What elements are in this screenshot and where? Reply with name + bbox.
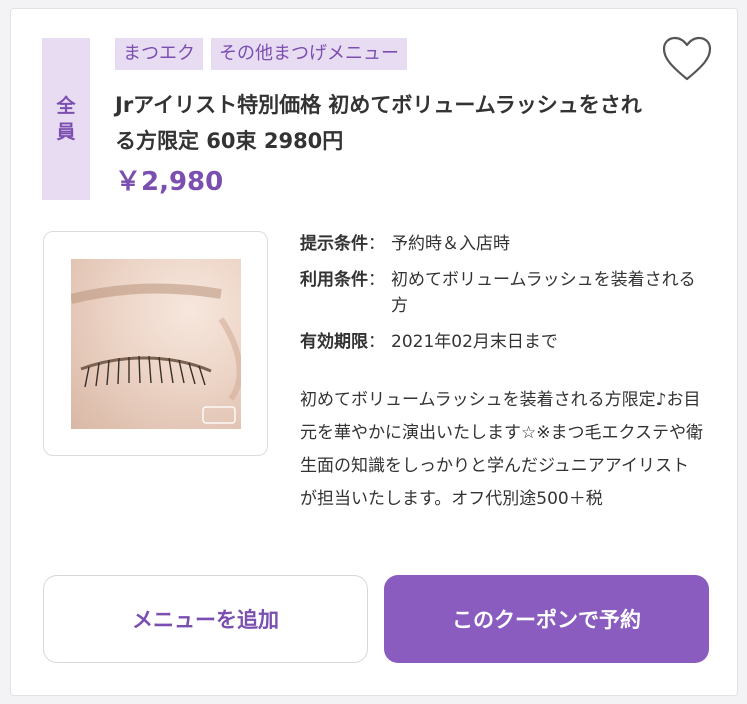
condition-label: 有効期限 (300, 332, 368, 352)
coupon-price: ￥2,980 (115, 167, 224, 197)
condition-value: 予約時＆入店時 (391, 234, 510, 254)
target-badge-char-1: 全 (56, 95, 76, 117)
target-badge-char-2: 員 (56, 121, 76, 143)
condition-row: 利用条件 ： 初めてボリュームラッシュを装着される方 (300, 267, 710, 319)
category-tag: その他まつげメニュー (211, 38, 407, 70)
condition-separator: ： (368, 332, 385, 352)
condition-row: 有効期限 ： 2021年02月末日まで (300, 329, 710, 355)
condition-separator: ： (368, 234, 385, 254)
condition-label: 利用条件 (300, 270, 368, 290)
coupon-title: Jrアイリスト特別価格 初めてボリュームラッシュをされる方限定 60束 2980… (115, 93, 642, 153)
coupon-card: 全 員 まつエク その他まつげメニュー Jrアイリスト特別価格 初めてボリューム… (10, 8, 738, 696)
category-tags: まつエク その他まつげメニュー (115, 38, 407, 70)
condition-label: 提示条件 (300, 234, 368, 254)
condition-row: 提示条件 ： 予約時＆入店時 (300, 231, 710, 257)
condition-value: 初めてボリュームラッシュを装着される方 (391, 270, 696, 316)
eyelash-photo (70, 258, 241, 429)
reserve-with-coupon-button[interactable]: このクーポンで予約 (384, 575, 709, 663)
coupon-image-frame (43, 231, 268, 456)
heart-icon[interactable] (661, 35, 713, 83)
condition-separator: ： (368, 270, 385, 290)
condition-value: 2021年02月末日まで (391, 332, 558, 352)
add-menu-button[interactable]: メニューを追加 (43, 575, 368, 663)
coupon-conditions: 提示条件 ： 予約時＆入店時 利用条件 ： 初めてボリュームラッシュを装着される… (300, 231, 710, 365)
coupon-description: 初めてボリュームラッシュを装着される方限定♪お目元を華やかに演出いたします☆※ま… (300, 390, 703, 509)
target-badge: 全 員 (42, 38, 90, 200)
category-tag: まつエク (115, 38, 203, 70)
